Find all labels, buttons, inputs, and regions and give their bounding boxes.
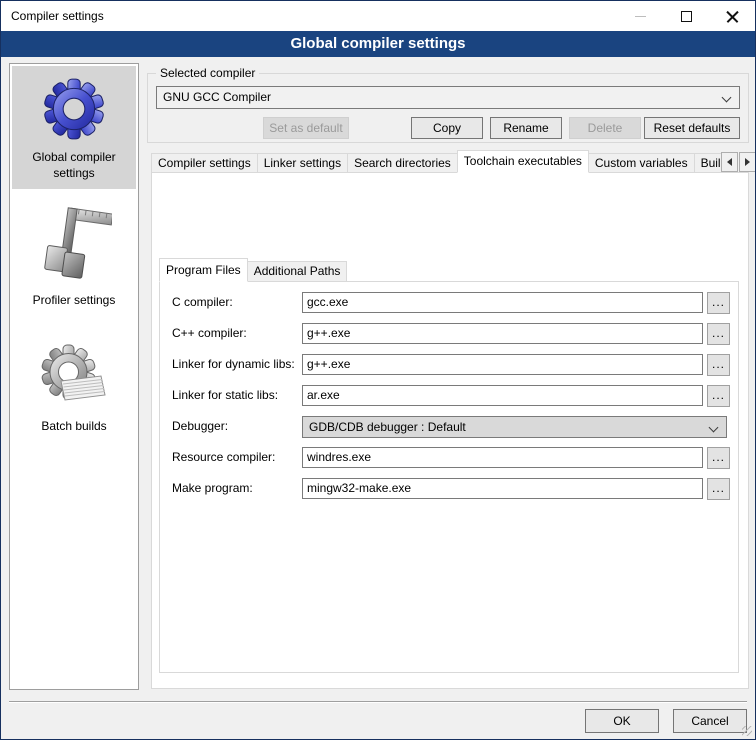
- settings-category-sidebar: Global compiler settings: [9, 63, 139, 690]
- resource-compiler-input[interactable]: windres.exe: [302, 447, 703, 468]
- dynamic-linker-browse-button[interactable]: ...: [707, 354, 730, 376]
- arrow-left-icon: [727, 158, 732, 166]
- tab-program-files[interactable]: Program Files: [159, 258, 248, 282]
- make-program-label: Make program:: [172, 481, 253, 495]
- dynamic-linker-input[interactable]: g++.exe: [302, 354, 703, 375]
- chevron-down-icon: [709, 423, 719, 433]
- rename-button[interactable]: Rename: [490, 117, 562, 139]
- compiler-select[interactable]: GNU GCC Compiler: [156, 86, 740, 109]
- static-linker-browse-button[interactable]: ...: [707, 385, 730, 407]
- static-linker-row: Linker for static libs: ar.exe ...: [160, 385, 738, 407]
- program-tabs: Program Files Additional Paths: [159, 258, 346, 282]
- compiler-select-value: GNU GCC Compiler: [163, 90, 271, 104]
- cpp-compiler-row: C++ compiler: g++.exe ...: [160, 323, 738, 345]
- tab-scroll-right-button[interactable]: [739, 152, 756, 172]
- titlebar: Compiler settings: [1, 1, 755, 31]
- minimize-icon: [635, 16, 646, 17]
- debugger-select[interactable]: GDB/CDB debugger : Default: [302, 416, 727, 438]
- make-program-browse-button[interactable]: ...: [707, 478, 730, 500]
- tab-scrollers: [720, 152, 756, 172]
- gray-gear-stack-icon: [39, 343, 109, 411]
- static-linker-input[interactable]: ar.exe: [302, 385, 703, 406]
- reset-defaults-button[interactable]: Reset defaults: [644, 117, 740, 139]
- tab-additional-paths[interactable]: Additional Paths: [247, 261, 348, 282]
- static-linker-label: Linker for static libs:: [172, 388, 278, 402]
- copy-button[interactable]: Copy: [411, 117, 483, 139]
- sidebar-item-label: Profiler settings: [33, 292, 116, 308]
- arrow-right-icon: [745, 158, 750, 166]
- sidebar-item-profiler-settings[interactable]: Profiler settings: [12, 197, 136, 316]
- cpp-compiler-label: C++ compiler:: [172, 326, 247, 340]
- sidebar-item-batch-builds[interactable]: Batch builds: [12, 333, 136, 442]
- sidebar-item-global-compiler-settings[interactable]: Global compiler settings: [12, 66, 136, 189]
- caliper-icon: [36, 207, 112, 285]
- make-program-row: Make program: mingw32-make.exe ...: [160, 478, 738, 500]
- maximize-icon: [681, 11, 692, 22]
- minimize-button[interactable]: [617, 1, 663, 31]
- chevron-down-icon: [722, 93, 732, 103]
- selected-compiler-legend: Selected compiler: [156, 66, 259, 80]
- cpp-compiler-input[interactable]: g++.exe: [302, 323, 703, 344]
- tab-linker-settings[interactable]: Linker settings: [257, 153, 348, 173]
- program-files-panel: C compiler: gcc.exe ... C++ compiler: g+…: [159, 281, 739, 673]
- debugger-row: Debugger: GDB/CDB debugger : Default: [160, 416, 738, 438]
- tab-build-options[interactable]: Build options: [694, 153, 721, 173]
- close-icon: [726, 10, 739, 23]
- c-compiler-row: C compiler: gcc.exe ...: [160, 292, 738, 314]
- maximize-button[interactable]: [663, 1, 709, 31]
- window-title: Compiler settings: [1, 9, 104, 23]
- page-title: Global compiler settings: [1, 31, 755, 57]
- dynamic-linker-label: Linker for dynamic libs:: [172, 357, 295, 371]
- tab-toolchain-executables[interactable]: Toolchain executables: [457, 150, 589, 173]
- tab-compiler-settings[interactable]: Compiler settings: [151, 153, 258, 173]
- blue-gear-icon: [41, 76, 107, 142]
- resource-compiler-browse-button[interactable]: ...: [707, 447, 730, 469]
- sidebar-item-label: Batch builds: [41, 418, 106, 434]
- c-compiler-label: C compiler:: [172, 295, 233, 309]
- close-button[interactable]: [709, 1, 755, 31]
- set-as-default-button[interactable]: Set as default: [263, 117, 349, 139]
- cancel-button[interactable]: Cancel: [673, 709, 747, 733]
- window-controls: [617, 1, 755, 31]
- resource-compiler-row: Resource compiler: windres.exe ...: [160, 447, 738, 469]
- resize-grip[interactable]: [742, 726, 752, 736]
- footer-divider: [9, 701, 747, 703]
- debugger-label: Debugger:: [172, 419, 228, 433]
- tab-search-directories[interactable]: Search directories: [347, 153, 458, 173]
- delete-button[interactable]: Delete: [569, 117, 641, 139]
- cpp-compiler-browse-button[interactable]: ...: [707, 323, 730, 345]
- resource-compiler-label: Resource compiler:: [172, 450, 275, 464]
- compiler-actions: Set as default Copy Rename Delete Reset …: [156, 117, 740, 139]
- dynamic-linker-row: Linker for dynamic libs: g++.exe ...: [160, 354, 738, 376]
- compiler-settings-dialog: Compiler settings Global compiler settin…: [0, 0, 756, 740]
- c-compiler-browse-button[interactable]: ...: [707, 292, 730, 314]
- settings-tabs: Compiler settings Linker settings Search…: [151, 150, 721, 173]
- tab-scroll-left-button[interactable]: [721, 152, 738, 172]
- make-program-input[interactable]: mingw32-make.exe: [302, 478, 703, 499]
- tab-custom-variables[interactable]: Custom variables: [588, 153, 695, 173]
- ok-button[interactable]: OK: [585, 709, 659, 733]
- debugger-select-value: GDB/CDB debugger : Default: [309, 420, 466, 434]
- c-compiler-input[interactable]: gcc.exe: [302, 292, 703, 313]
- selected-compiler-group: Selected compiler GNU GCC Compiler Set a…: [147, 73, 749, 143]
- sidebar-item-label: Global compiler settings: [16, 149, 132, 181]
